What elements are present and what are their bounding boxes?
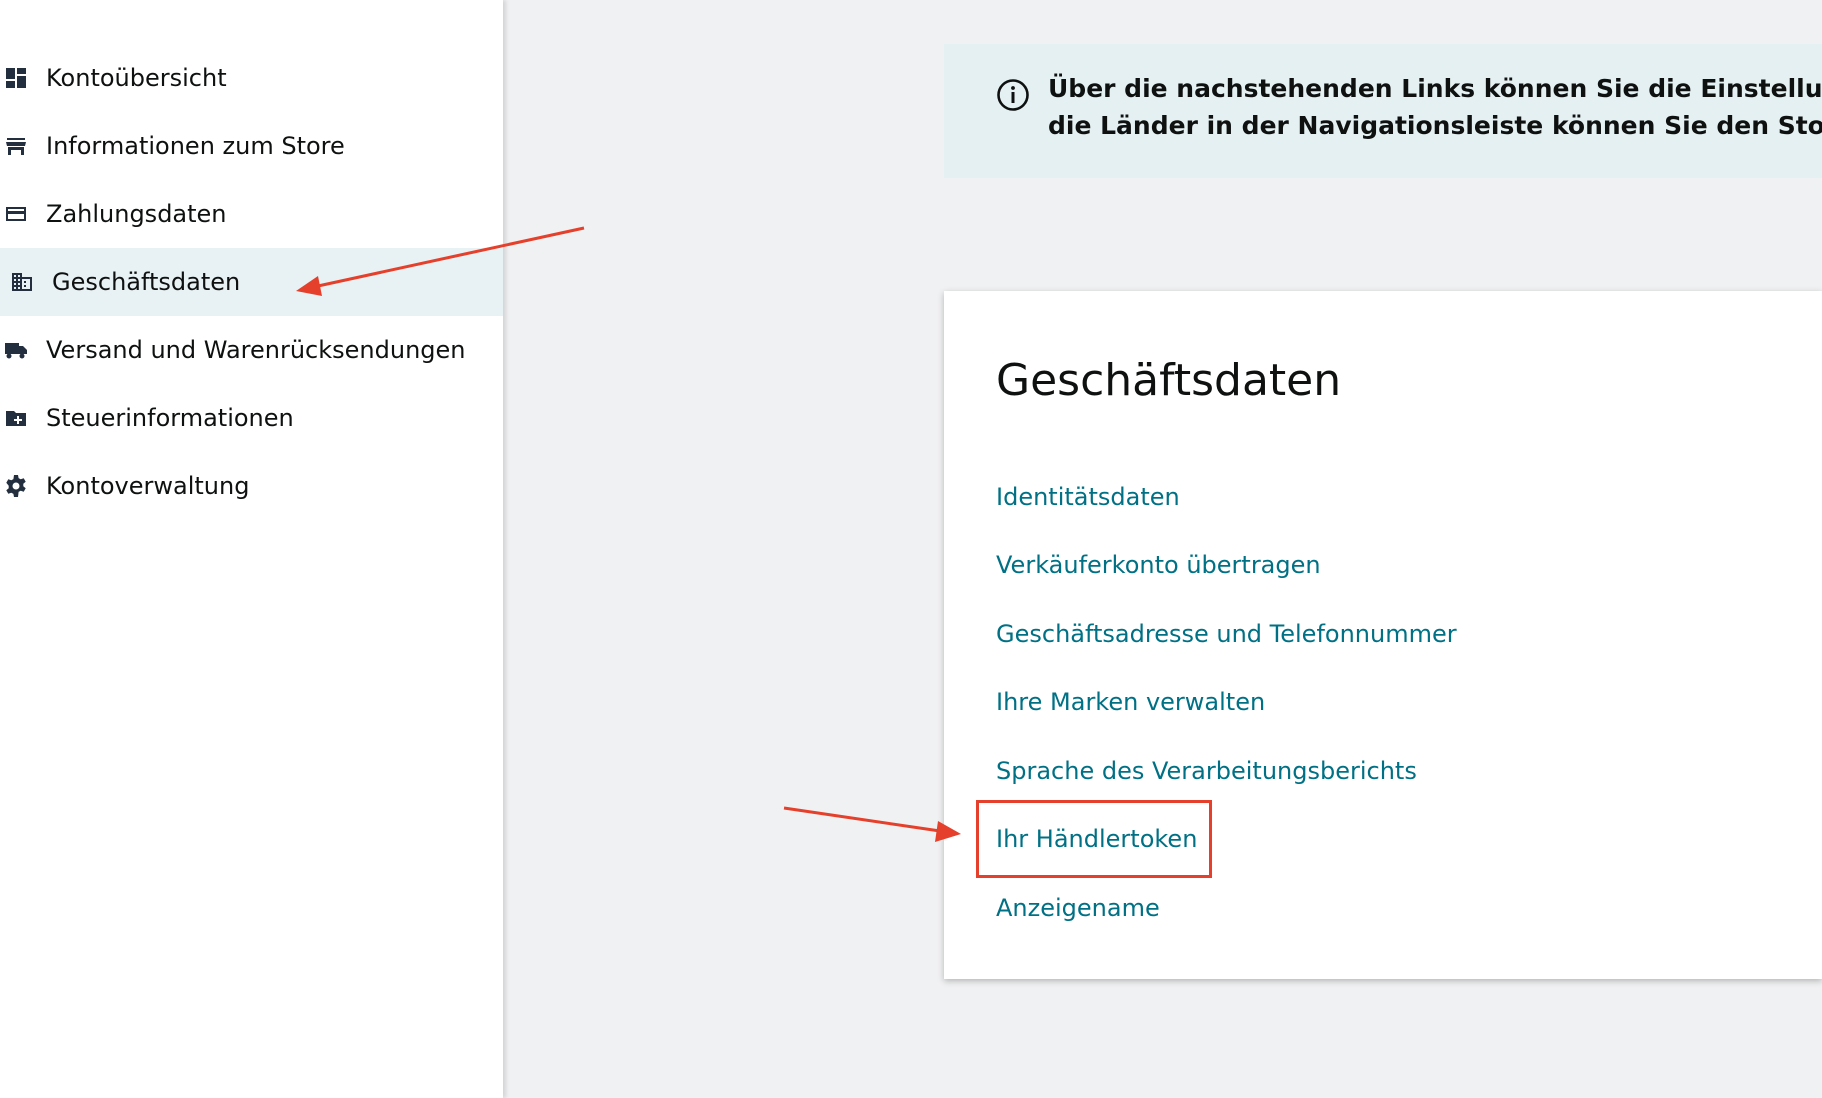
link-marken-verwalten[interactable]: Ihre Marken verwalten <box>996 682 1265 722</box>
sidebar-item-store-info[interactable]: Informationen zum Store <box>0 112 503 180</box>
info-banner-text: Über die nachstehenden Links können Sie … <box>1048 70 1822 144</box>
folder-plus-icon <box>4 406 28 430</box>
sidebar: Kontoübersicht Informationen zum Store Z… <box>0 0 503 1098</box>
credit-card-icon <box>4 202 28 226</box>
card-title: Geschäftsdaten <box>996 355 1342 406</box>
sidebar-item-label: Kontoverwaltung <box>46 472 250 500</box>
store-icon <box>4 134 28 158</box>
sidebar-item-kontouebersicht[interactable]: Kontoübersicht <box>0 44 503 112</box>
sidebar-item-label: Informationen zum Store <box>46 132 345 160</box>
link-anzeigename[interactable]: Anzeigename <box>996 888 1160 928</box>
gear-icon <box>4 474 28 498</box>
sidebar-item-label: Geschäftsdaten <box>52 268 241 296</box>
sidebar-item-steuerinformationen[interactable]: Steuerinformationen <box>0 384 503 452</box>
sidebar-item-versand[interactable]: Versand und Warenrücksendungen <box>0 316 503 384</box>
sidebar-item-kontoverwaltung[interactable]: Kontoverwaltung <box>0 452 503 520</box>
link-geschaeftsadresse[interactable]: Geschäftsadresse und Telefonnummer <box>996 614 1457 654</box>
sidebar-item-label: Zahlungsdaten <box>46 200 227 228</box>
link-identitaetsdaten[interactable]: Identitätsdaten <box>996 477 1180 517</box>
sidebar-item-geschaeftsdaten[interactable]: Geschäftsdaten <box>0 248 503 316</box>
sidebar-item-label: Steuerinformationen <box>46 404 294 432</box>
info-icon <box>996 78 1030 112</box>
link-verkaeuferkonto-uebertragen[interactable]: Verkäuferkonto übertragen <box>996 545 1321 585</box>
arrow-to-token-link <box>783 806 961 842</box>
info-banner-line: Über die nachstehenden Links können Sie … <box>1048 74 1822 103</box>
business-data-card: Geschäftsdaten Identitätsdaten Verkäufer… <box>944 291 1822 979</box>
info-banner-line: die Länder in der Navigationsleiste könn… <box>1048 111 1822 140</box>
info-banner: Über die nachstehenden Links können Sie … <box>944 44 1822 178</box>
sidebar-item-label: Versand und Warenrücksendungen <box>46 336 466 364</box>
link-haendlertoken[interactable]: Ihr Händlertoken <box>996 819 1197 859</box>
truck-icon <box>4 338 28 362</box>
dashboard-icon <box>4 66 28 90</box>
sidebar-item-zahlungsdaten[interactable]: Zahlungsdaten <box>0 180 503 248</box>
link-sprache-verarbeitungsbericht[interactable]: Sprache des Verarbeitungsberichts <box>996 751 1417 791</box>
building-icon <box>10 270 34 294</box>
sidebar-item-label: Kontoübersicht <box>46 64 227 92</box>
